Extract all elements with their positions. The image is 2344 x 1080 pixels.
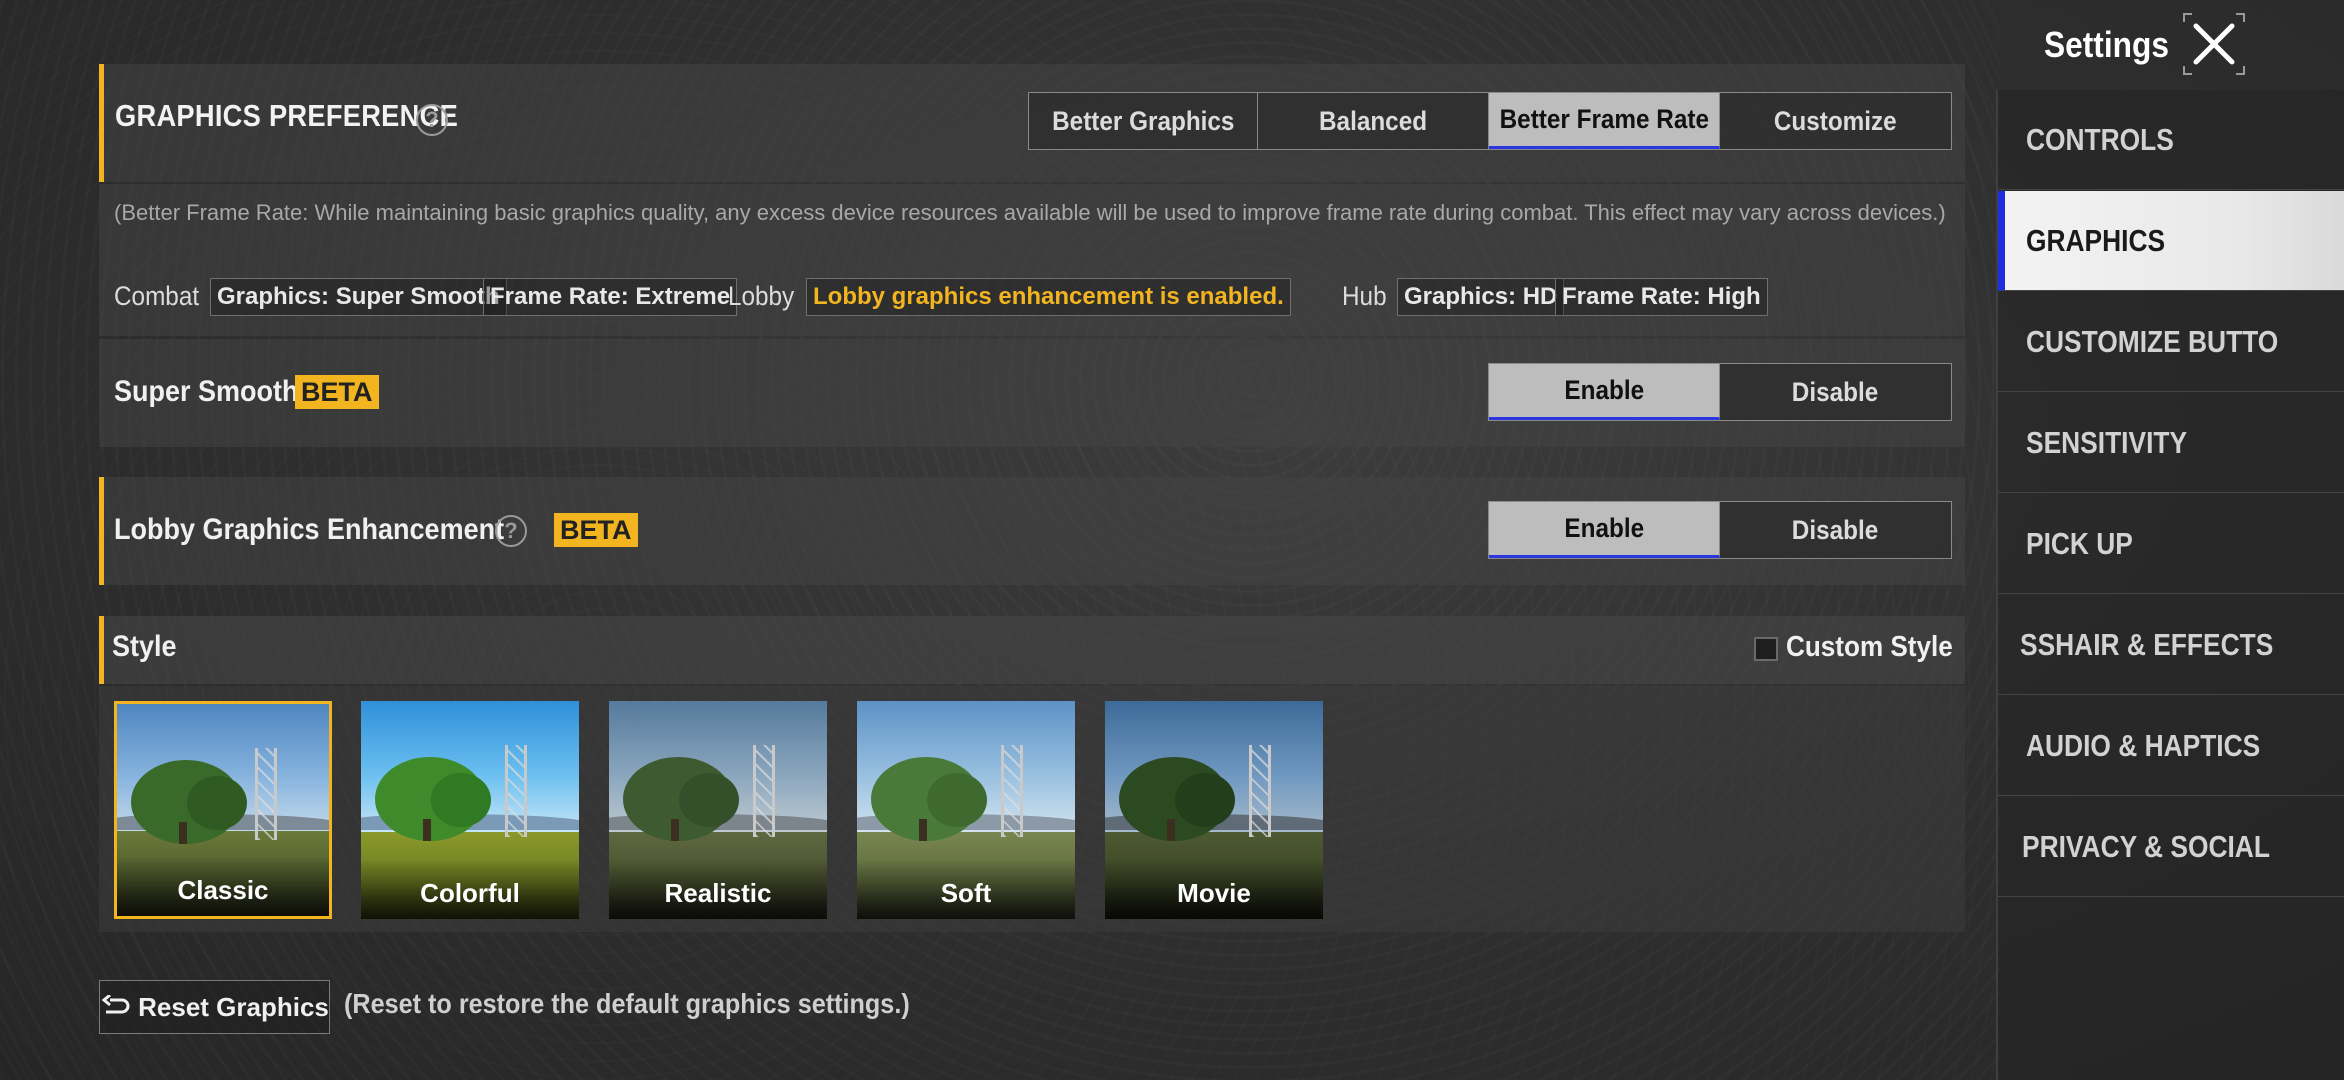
custom-style-label[interactable]: Custom Style — [1786, 631, 1953, 664]
super-smooth-disable-button[interactable]: Disable — [1720, 364, 1951, 420]
option-label: Better Graphics — [1051, 105, 1235, 136]
preview-tree — [187, 776, 247, 830]
lobby-enhancement-panel: Lobby Graphics Enhancement ? BETA Enable… — [99, 477, 1965, 585]
preview-tree — [1175, 773, 1235, 827]
style-preset-realistic[interactable]: Realistic — [609, 701, 827, 919]
close-button[interactable] — [2182, 12, 2246, 76]
nav-item-label: AUDIO & HAPTICS — [2026, 728, 2261, 763]
option-label: Better Frame Rate — [1499, 104, 1709, 134]
graphics-preference-panel: GRAPHICS PREFERENCE ? Better Graphics Ba… — [99, 64, 1965, 182]
lobby-status-tag: Lobby graphics enhancement is enabled. — [806, 278, 1291, 316]
nav-item-sensitivity[interactable]: SENSITIVITY — [1998, 393, 2344, 493]
beta-badge: BETA — [554, 513, 638, 547]
nav-item-audio-haptics[interactable]: AUDIO & HAPTICS — [1998, 696, 2344, 796]
option-better-frame-rate[interactable]: Better Frame Rate — [1489, 93, 1720, 149]
nav-item-crosshair-effects[interactable]: SSHAIR & EFFECTS — [1998, 595, 2344, 695]
section-accent-bar — [99, 64, 104, 182]
settings-title: Settings — [2044, 24, 2169, 65]
combat-label: Combat — [114, 281, 200, 311]
graphics-preference-title: GRAPHICS PREFERENCE — [115, 98, 459, 133]
style-header: Style Custom Style — [99, 616, 1965, 684]
reset-icon — [101, 995, 130, 1014]
style-preset-label: Movie — [1177, 878, 1251, 908]
disable-label: Disable — [1792, 376, 1879, 407]
section-accent-bar — [99, 616, 104, 684]
nav-item-privacy-social[interactable]: PRIVACY & SOCIAL — [1998, 797, 2344, 897]
reset-graphics-label: Reset Graphics — [138, 991, 329, 1022]
super-smooth-toggle: Enable Disable — [1488, 363, 1952, 421]
preview-tower — [753, 745, 775, 837]
hub-label: Hub — [1342, 281, 1387, 311]
option-balanced[interactable]: Balanced — [1258, 93, 1489, 149]
preview-tower — [505, 745, 527, 837]
style-preset-soft[interactable]: Soft — [857, 701, 1075, 919]
nav-item-label: CONTROLS — [2026, 122, 2174, 157]
nav-item-controls[interactable]: CONTROLS — [1998, 90, 2344, 190]
help-icon[interactable]: ? — [416, 104, 448, 136]
enable-label: Enable — [1564, 513, 1644, 543]
lobby-label: Lobby — [728, 281, 795, 311]
nav-item-label: SENSITIVITY — [2026, 425, 2188, 460]
reset-graphics-button[interactable]: Reset Graphics — [99, 980, 330, 1034]
nav-item-graphics[interactable]: GRAPHICS — [1998, 191, 2344, 291]
preview-trunk — [671, 819, 679, 841]
enable-label: Enable — [1564, 375, 1644, 405]
style-preset-movie[interactable]: Movie — [1105, 701, 1323, 919]
combat-frame-rate-tag: Frame Rate: Extreme — [483, 278, 738, 316]
nav-item-label: PICK UP — [2026, 526, 2133, 561]
nav-item-label: SSHAIR & EFFECTS — [2020, 627, 2274, 662]
custom-style-checkbox[interactable] — [1754, 637, 1778, 661]
preview-tower — [1249, 745, 1271, 837]
style-preset-label: Soft — [940, 878, 992, 908]
preview-trunk — [179, 822, 187, 844]
reset-note: (Reset to restore the default graphics s… — [344, 988, 910, 1019]
hub-frame-rate-tag: Frame Rate: High — [1555, 278, 1768, 316]
style-preset-label: Classic — [177, 875, 269, 905]
lobby-enhancement-toggle: Enable Disable — [1488, 501, 1952, 559]
option-customize[interactable]: Customize — [1720, 93, 1951, 149]
combat-graphics-tag: Graphics: Super Smooth — [210, 278, 507, 316]
nav-item-customize-buttons[interactable]: CUSTOMIZE BUTTO — [1998, 292, 2344, 392]
lobby-enhancement-title: Lobby Graphics Enhancement — [114, 513, 505, 546]
graphics-preference-selector: Better Graphics Balanced Better Frame Ra… — [1028, 92, 1952, 150]
preview-trunk — [1167, 819, 1175, 841]
current-settings-row: Combat Graphics: Super Smooth Frame Rate… — [114, 276, 1954, 316]
option-label: Customize — [1774, 105, 1897, 136]
option-label: Balanced — [1318, 105, 1428, 136]
close-icon — [2183, 13, 2245, 75]
option-better-graphics[interactable]: Better Graphics — [1029, 93, 1258, 149]
hub-graphics-tag: Graphics: HD — [1397, 278, 1565, 316]
preference-description: (Better Frame Rate: While maintaining ba… — [114, 200, 1946, 225]
style-presets-panel: Classic Colorful Realistic Soft Movie — [99, 686, 1965, 932]
style-preset-colorful[interactable]: Colorful — [361, 701, 579, 919]
nav-item-pick-up[interactable]: PICK UP — [1998, 494, 2344, 594]
settings-header: Settings — [1996, 0, 2344, 90]
lobby-enhancement-enable-button[interactable]: Enable — [1489, 502, 1720, 558]
super-smooth-title: Super Smooth — [114, 375, 299, 408]
preview-tower — [1001, 745, 1023, 837]
nav-item-label: PRIVACY & SOCIAL — [2022, 829, 2270, 864]
style-preset-classic[interactable]: Classic — [114, 701, 332, 919]
super-smooth-enable-button[interactable]: Enable — [1489, 364, 1720, 420]
nav-item-label: GRAPHICS — [2026, 223, 2166, 258]
preview-tower — [255, 748, 277, 840]
preview-trunk — [423, 819, 431, 841]
lobby-enhancement-disable-button[interactable]: Disable — [1720, 502, 1951, 558]
style-preset-label: Colorful — [420, 878, 520, 908]
preview-tree — [431, 773, 491, 827]
beta-badge: BETA — [295, 375, 379, 409]
preview-tree — [927, 773, 987, 827]
disable-label: Disable — [1792, 514, 1879, 545]
style-preset-label: Realistic — [664, 878, 772, 908]
nav-item-label: CUSTOMIZE BUTTO — [2026, 324, 2279, 359]
preview-trunk — [919, 819, 927, 841]
settings-nav: CONTROLS GRAPHICS CUSTOMIZE BUTTO SENSIT… — [1996, 90, 2344, 1080]
super-smooth-panel: Super Smooth BETA Enable Disable — [99, 339, 1965, 447]
graphics-description-panel: (Better Frame Rate: While maintaining ba… — [99, 184, 1965, 336]
preview-tree — [679, 773, 739, 827]
help-icon[interactable]: ? — [495, 515, 527, 547]
section-accent-bar — [99, 477, 104, 585]
style-title: Style — [112, 630, 177, 663]
